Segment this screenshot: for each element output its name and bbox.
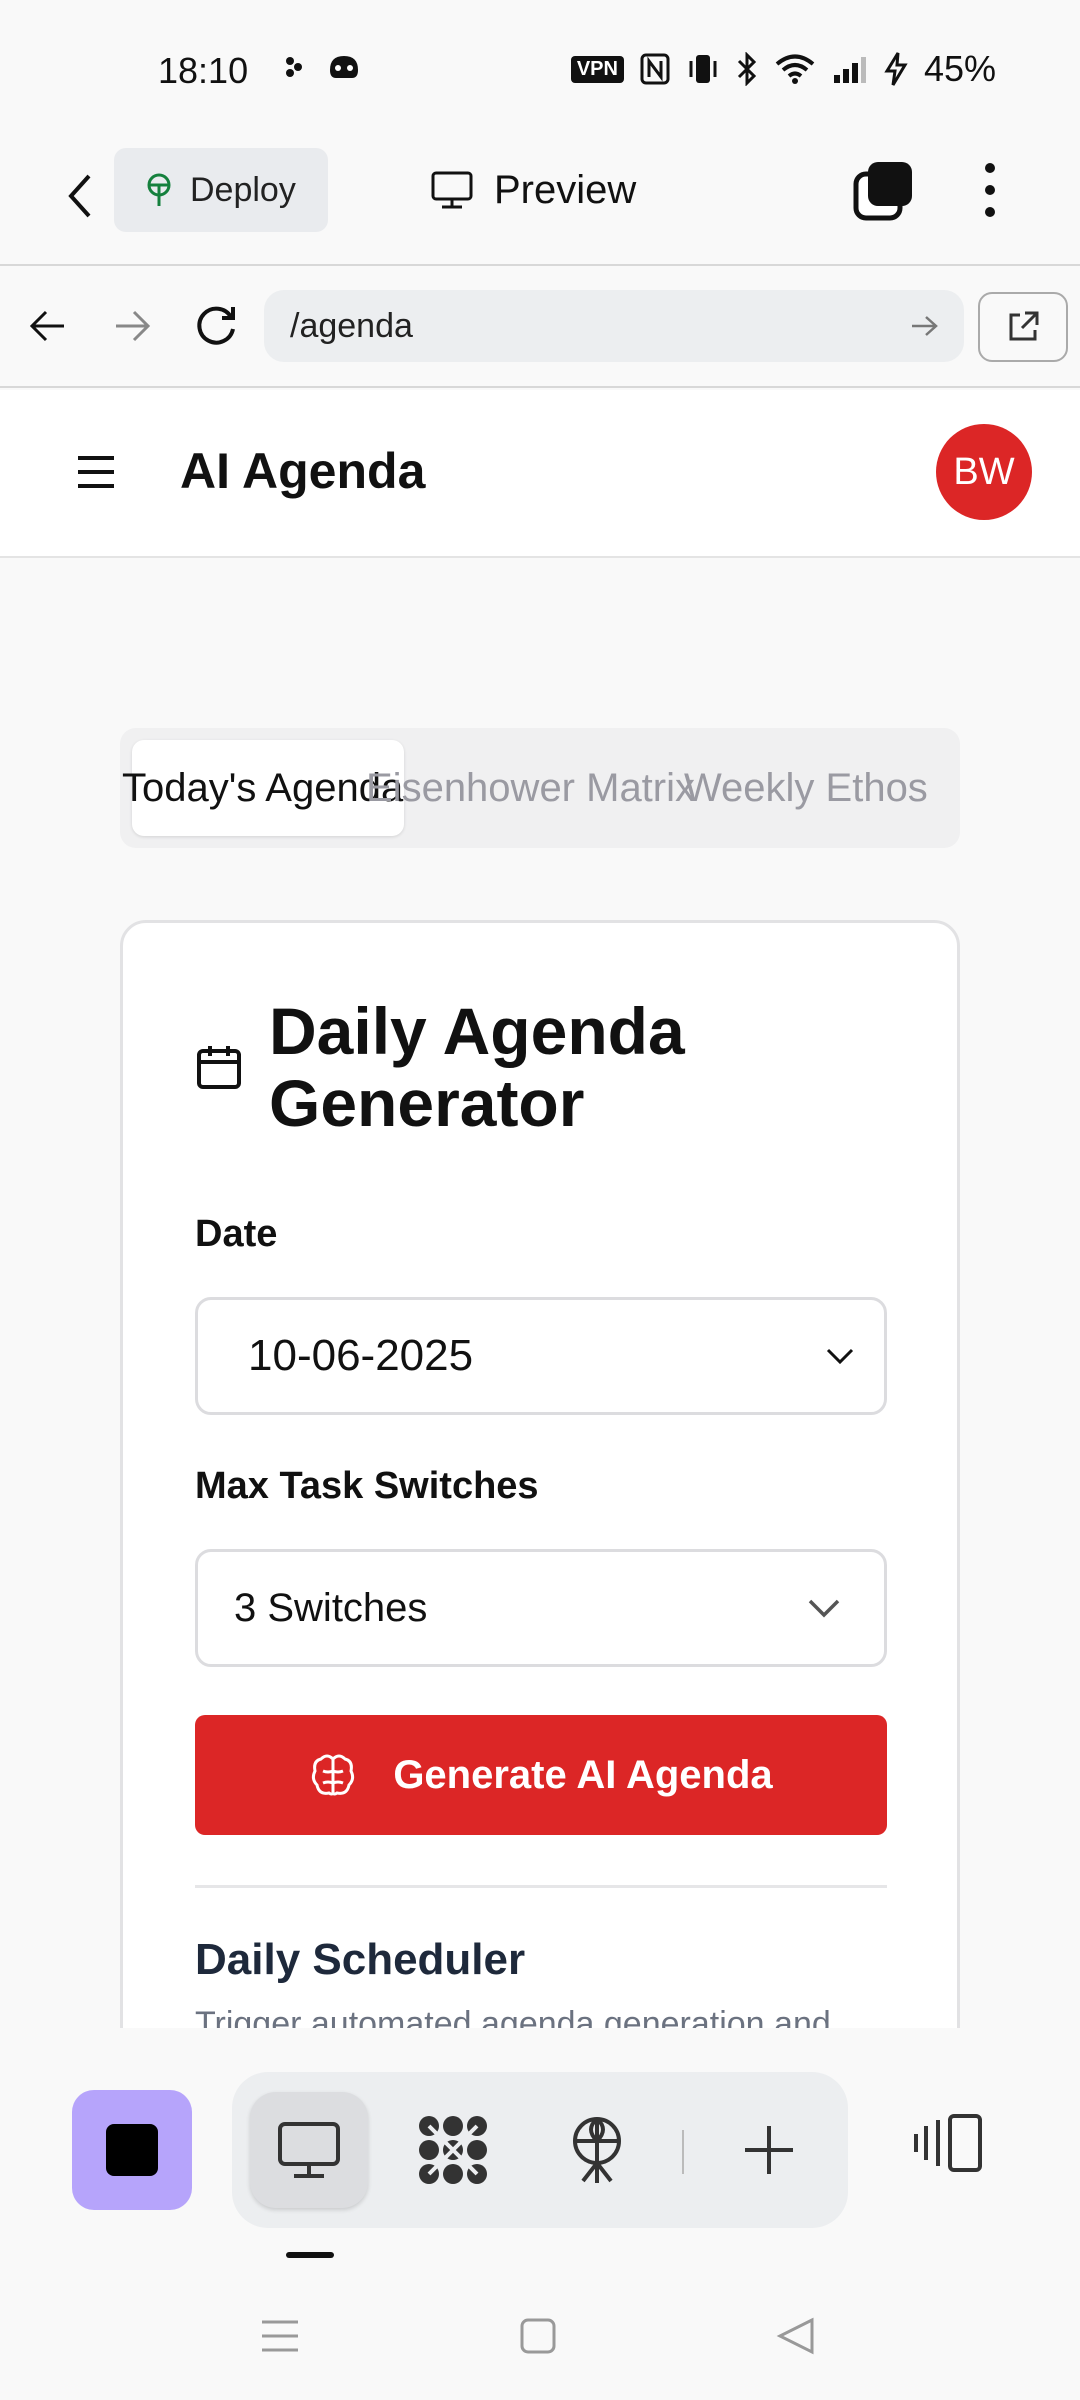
open-external-button[interactable] <box>978 292 1068 362</box>
preview-label: Preview <box>494 167 637 212</box>
deploy-tool-button[interactable] <box>538 2092 656 2208</box>
daily-scheduler-description: Trigger automated agenda generation and <box>195 2005 831 2028</box>
calendar-icon <box>197 1046 241 1089</box>
card-header: Daily Agenda Generator <box>195 995 829 1139</box>
max-task-switches-value: 3 Switches <box>234 1585 428 1630</box>
browser-back-button[interactable] <box>20 298 76 354</box>
tab-eisenhower-matrix[interactable]: Eisenhower Matrix <box>366 740 695 836</box>
app-bar: Deploy Preview <box>0 140 1080 266</box>
external-link-icon <box>1009 311 1039 341</box>
max-task-switches-select[interactable]: 3 Switches <box>195 1549 887 1667</box>
card-title: Daily Agenda Generator <box>269 994 685 1140</box>
system-nav-bar <box>0 2264 1080 2400</box>
charging-icon <box>884 52 908 86</box>
active-tool-indicator <box>286 2252 334 2258</box>
status-time: 18:10 <box>158 50 249 91</box>
reload-icon <box>197 306 235 345</box>
date-value: 10-06-2025 <box>248 1331 474 1380</box>
nfc-icon <box>640 53 670 85</box>
main-content: Today's Agenda Eisenhower Matrix Weekly … <box>0 560 1080 2028</box>
section-divider <box>195 1885 887 1888</box>
date-label: Date <box>195 1213 278 1255</box>
user-avatar[interactable]: BW <box>936 424 1032 520</box>
agenda-generator-card: Daily Agenda Generator Date 10-06-2025 M… <box>120 920 960 2028</box>
monitor-icon <box>431 171 473 209</box>
bluetooth-icon <box>737 52 757 86</box>
generate-ai-agenda-button[interactable]: Generate AI Agenda <box>195 1715 887 1835</box>
nav-recents-button[interactable] <box>250 2306 310 2366</box>
stop-button[interactable] <box>72 2090 192 2210</box>
reload-button[interactable] <box>188 298 244 354</box>
game-controller-icon <box>330 56 358 78</box>
nav-back-button[interactable] <box>766 2306 826 2366</box>
tool-separator <box>682 2130 684 2174</box>
deploy-label: Deploy <box>190 170 296 209</box>
site-title: AI Agenda <box>180 443 426 499</box>
max-task-switches-label: Max Task Switches <box>195 1465 539 1507</box>
agenda-tabs: Today's Agenda Eisenhower Matrix Weekly … <box>120 728 960 848</box>
plus-icon <box>745 2126 793 2174</box>
go-arrow-icon[interactable] <box>910 314 938 338</box>
status-left-icons <box>284 52 362 82</box>
nav-home-button[interactable] <box>508 2306 568 2366</box>
preview-toggle[interactable]: Preview <box>430 162 636 218</box>
app-back-button[interactable] <box>52 168 108 224</box>
layout-toggle-button[interactable] <box>908 2098 988 2188</box>
chevron-down-icon <box>826 1348 854 1365</box>
hamburger-menu-icon[interactable] <box>74 450 118 494</box>
notification-dots-icon <box>286 57 302 77</box>
tab-todays-agenda[interactable]: Today's Agenda <box>122 740 403 836</box>
site-header: AI Agenda BW <box>0 390 1080 558</box>
arrow-left-icon <box>29 310 64 342</box>
tabs-switcher-icon[interactable] <box>852 160 914 222</box>
url-field[interactable]: /agenda <box>264 290 964 362</box>
wifi-icon <box>775 54 815 84</box>
square-icon <box>520 2318 556 2354</box>
status-right-icons: VPN 45% <box>570 48 996 90</box>
status-bar: 18:10 VPN 45% <box>0 0 1080 140</box>
tab-weekly-ethos[interactable]: Weekly Ethos <box>684 740 928 836</box>
bottom-toolbar <box>0 2028 1080 2264</box>
url-text: /agenda <box>290 306 413 345</box>
brain-icon <box>312 1754 355 1796</box>
daily-scheduler-title: Daily Scheduler <box>195 1935 526 1984</box>
deploy-button[interactable]: Deploy <box>114 148 328 232</box>
stop-icon <box>106 2124 158 2176</box>
arrow-right-icon <box>116 310 151 342</box>
chevron-left-icon <box>68 174 91 218</box>
nodes-pattern-icon <box>419 2116 487 2184</box>
chevron-down-icon <box>808 1599 840 1618</box>
split-view-icon <box>914 2114 982 2172</box>
menu-lines-icon <box>262 2320 298 2352</box>
browser-bar: /agenda <box>0 268 1080 388</box>
deploy-antenna-icon <box>147 173 171 206</box>
vpn-badge: VPN <box>570 55 624 83</box>
tool-group <box>232 2072 848 2228</box>
signal-icon <box>833 57 866 83</box>
triangle-back-icon <box>776 2317 814 2355</box>
workflow-tool-button[interactable] <box>394 2092 512 2208</box>
vibrate-icon <box>689 55 717 83</box>
date-picker[interactable]: 10-06-2025 <box>195 1297 887 1415</box>
preview-tool-button[interactable] <box>250 2092 368 2208</box>
battery-level: 45% <box>923 48 996 89</box>
monitor-icon <box>278 2122 340 2178</box>
browser-forward-button[interactable] <box>104 298 160 354</box>
add-button[interactable] <box>710 2092 828 2208</box>
generate-ai-agenda-label: Generate AI Agenda <box>393 1752 773 1797</box>
more-options-icon[interactable] <box>970 160 1010 220</box>
antenna-icon <box>573 2117 621 2183</box>
